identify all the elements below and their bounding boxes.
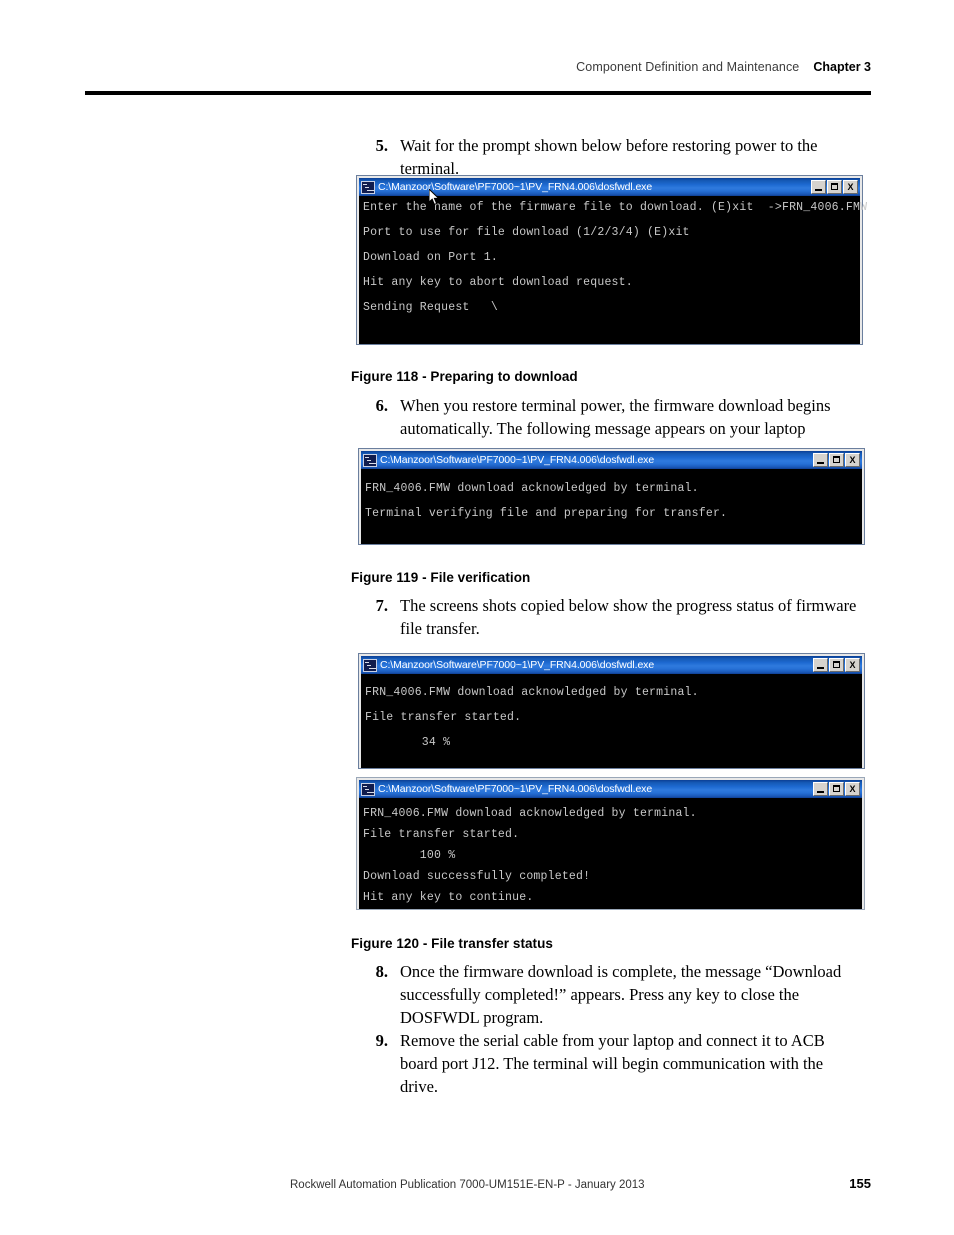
maximize-button[interactable] — [829, 453, 844, 467]
window-controls[interactable]: X — [813, 453, 861, 467]
console-screen: FRN_4006.FMW download acknowledged by te… — [361, 674, 862, 768]
console-line: FRN_4006.FMW download acknowledged by te… — [363, 807, 697, 820]
step-8-text: Once the firmware download is complete, … — [400, 962, 842, 1027]
console-line: Enter the name of the firmware file to d… — [363, 201, 868, 214]
page-header: Component Definition and Maintenance Cha… — [85, 60, 871, 100]
step-7-number: 7. — [375, 596, 388, 615]
step-9: 9. Remove the serial cable from your lap… — [366, 1029, 856, 1098]
console-screen: FRN_4006.FMW download acknowledged by te… — [359, 798, 862, 909]
maximize-button[interactable] — [829, 782, 844, 796]
titlebar[interactable]: C:\Manzoor\Software\PF7000~1\PV_FRN4.006… — [359, 780, 862, 798]
header-text-row: Component Definition and Maintenance Cha… — [85, 60, 871, 86]
step-5-number: 5. — [375, 136, 388, 155]
window-title: C:\Manzoor\Software\PF7000~1\PV_FRN4.006… — [378, 181, 653, 193]
step-7-text: The screens shots copied below show the … — [400, 596, 857, 638]
ms-dos-console-icon — [363, 658, 377, 672]
minimize-button[interactable] — [813, 658, 828, 672]
console-line: 34 % — [365, 736, 451, 749]
console-line: 100 % — [363, 849, 456, 862]
close-icon[interactable]: X — [845, 782, 860, 796]
step-5: 5. Wait for the prompt shown below befor… — [366, 134, 871, 180]
footer-page-number: 155 — [849, 1176, 871, 1191]
figure-120-caption: Figure 120 - File transfer status — [351, 936, 553, 951]
console-line: Sending Request \ — [363, 301, 498, 314]
window-transfer-34[interactable]: C:\Manzoor\Software\PF7000~1\PV_FRN4.006… — [358, 653, 865, 769]
console-line: FRN_4006.FMW download acknowledged by te… — [365, 482, 699, 495]
page-footer: Rockwell Automation Publication 7000-UM1… — [290, 1176, 871, 1191]
header-rule — [85, 91, 871, 95]
console-line: File transfer started. — [365, 711, 522, 724]
minimize-button[interactable] — [811, 180, 826, 194]
window-controls[interactable]: X — [811, 180, 859, 194]
console-line: Download successfully completed! — [363, 870, 591, 883]
console-line: Port to use for file download (1/2/3/4) … — [363, 226, 690, 239]
titlebar[interactable]: C:\Manzoor\Software\PF7000~1\PV_FRN4.006… — [361, 656, 862, 674]
window-title: C:\Manzoor\Software\PF7000~1\PV_FRN4.006… — [380, 454, 655, 466]
close-icon[interactable]: X — [843, 180, 858, 194]
ms-dos-console-icon — [361, 180, 375, 194]
step-5-text: Wait for the prompt shown below before r… — [400, 136, 818, 178]
console-line: Hit any key to abort download request. — [363, 276, 633, 289]
running-head: Component Definition and Maintenance — [576, 60, 800, 74]
window-transfer-100[interactable]: C:\Manzoor\Software\PF7000~1\PV_FRN4.006… — [356, 777, 865, 910]
step-8: 8. Once the firmware download is complet… — [366, 960, 861, 1029]
step-6-number: 6. — [375, 396, 388, 415]
step-7: 7. The screens shots copied below show t… — [366, 594, 861, 640]
console-screen: Enter the name of the firmware file to d… — [359, 196, 868, 344]
window-title: C:\Manzoor\Software\PF7000~1\PV_FRN4.006… — [378, 783, 653, 795]
titlebar[interactable]: C:\Manzoor\Software\PF7000~1\PV_FRN4.006… — [361, 451, 862, 469]
step-9-number: 9. — [375, 1031, 388, 1050]
window-file-verification[interactable]: C:\Manzoor\Software\PF7000~1\PV_FRN4.006… — [358, 448, 865, 545]
console-line: File transfer started. — [363, 828, 520, 841]
figure-119-caption: Figure 119 - File verification — [351, 570, 531, 585]
window-title: C:\Manzoor\Software\PF7000~1\PV_FRN4.006… — [380, 659, 655, 671]
window-controls[interactable]: X — [813, 658, 861, 672]
step-9-text: Remove the serial cable from your laptop… — [400, 1031, 825, 1096]
window-preparing-download[interactable]: C:\Manzoor\Software\PF7000~1\PV_FRN4.006… — [356, 175, 868, 345]
console-line: FRN_4006.FMW download acknowledged by te… — [365, 686, 699, 699]
console-line: Terminal verifying file and preparing fo… — [365, 507, 728, 520]
minimize-button[interactable] — [813, 782, 828, 796]
ms-dos-console-icon — [363, 453, 377, 467]
step-8-number: 8. — [375, 962, 388, 981]
maximize-button[interactable] — [829, 658, 844, 672]
chapter-label: Chapter 3 — [813, 60, 871, 74]
console-line: Hit any key to continue. — [363, 891, 534, 904]
titlebar[interactable]: C:\Manzoor\Software\PF7000~1\PV_FRN4.006… — [359, 178, 860, 196]
console-screen: FRN_4006.FMW download acknowledged by te… — [361, 469, 862, 544]
close-icon[interactable]: X — [845, 658, 860, 672]
figure-118-caption: Figure 118 - Preparing to download — [351, 369, 578, 384]
maximize-button[interactable] — [827, 180, 842, 194]
minimize-button[interactable] — [813, 453, 828, 467]
console-line: Download on Port 1. — [363, 251, 498, 264]
ms-dos-console-icon — [361, 782, 375, 796]
close-icon[interactable]: X — [845, 453, 860, 467]
window-controls[interactable]: X — [813, 782, 861, 796]
footer-publication: Rockwell Automation Publication 7000-UM1… — [290, 1179, 645, 1191]
